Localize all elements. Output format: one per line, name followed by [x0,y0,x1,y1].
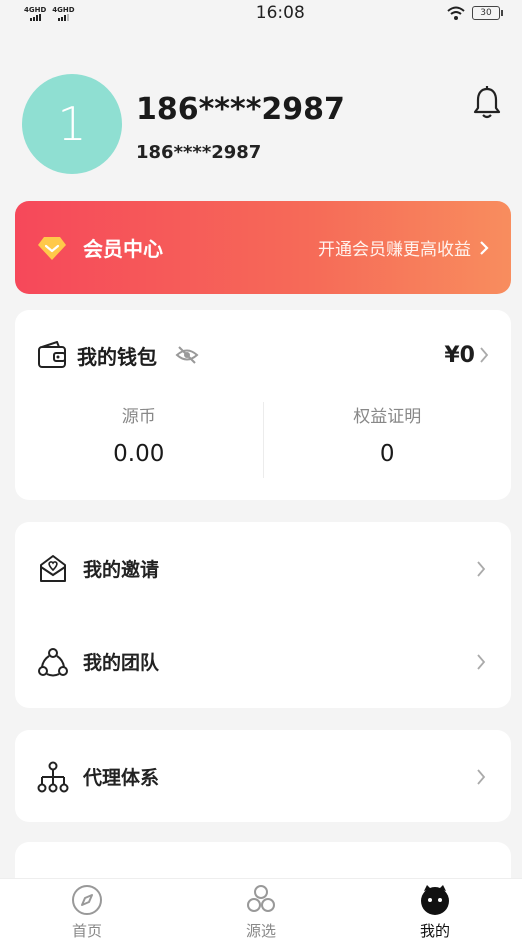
wallet-amount[interactable]: ¥0 [444,343,489,368]
chevron-right-icon [480,240,489,255]
menu-card-agent: 代理体系 [15,730,511,822]
menu-card-invite-team: 我的邀请 我的团队 [15,522,511,708]
tab-select[interactable]: 源选 [174,879,348,944]
battery-level: 30 [480,8,492,18]
battery-icon: 30 [472,6,503,20]
wifi-icon [447,6,465,20]
profile-face-icon [421,884,449,915]
profile-name: 186****2987 [136,92,345,127]
wallet-balance-equity[interactable]: 权益证明 0 [264,402,512,478]
menu-item-agent-label: 代理体系 [83,767,160,789]
menu-item-invite-label: 我的邀请 [83,559,160,581]
chevron-right-icon [480,347,489,363]
tab-home-label: 首页 [71,921,102,940]
profile-header: 1 186****2987 186****2987 [22,74,502,174]
status-bar: 4GHD 4GHD 16:08 30 [0,0,522,26]
wallet-balance-value: 0 [379,441,395,467]
invite-heart-icon [40,554,66,582]
menu-item-team[interactable]: 我的团队 [15,615,511,708]
hierarchy-icon [37,761,69,792]
avatar-initial: 1 [57,97,87,151]
vip-cta[interactable]: 开通会员赚更高收益 [318,235,489,260]
menu-item-invite[interactable]: 我的邀请 [15,522,511,615]
vip-title: 会员中心 [83,237,163,261]
bottom-tab-bar: 首页 源选 我的 [0,878,522,944]
status-time: 16:08 [255,3,305,23]
signal-1: 4GHD [24,6,46,21]
wallet-header[interactable]: 我的钱包 ¥0 [37,338,489,372]
avatar[interactable]: 1 [22,74,122,174]
menu-item-agent[interactable]: 代理体系 [15,730,511,823]
wallet-balances: 源币 0.00 权益证明 0 [15,402,511,478]
vip-center-banner[interactable]: 会员中心 开通会员赚更高收益 [15,201,511,294]
tab-mine[interactable]: 我的 [348,879,522,944]
chevron-right-icon [477,653,486,670]
wallet-icon [38,341,66,368]
signal-indicators: 4GHD 4GHD [24,6,75,21]
tab-select-label: 源选 [245,921,276,940]
profile-phone: 186****2987 [136,142,262,163]
tab-home[interactable]: 首页 [0,879,174,944]
wallet-title: 我的钱包 [77,344,157,369]
team-icon [38,647,68,676]
wallet-balance-label: 权益证明 [353,407,422,427]
signal-2-label: 4GHD [52,5,75,14]
wallet-card: 我的钱包 ¥0 源币 0.00 权益证明 0 [15,310,511,500]
bell-icon[interactable] [472,86,502,120]
compass-icon [72,884,102,915]
wallet-balance-value: 0.00 [113,441,165,467]
chevron-right-icon [477,560,486,577]
menu-item-team-label: 我的团队 [83,652,160,674]
eye-hidden-icon[interactable] [175,345,199,365]
hexagon-cluster-icon [247,884,275,912]
wallet-amount-value: ¥0 [444,342,475,368]
chevron-right-icon [477,768,486,785]
tab-mine-label: 我的 [419,921,450,940]
signal-2-bars-icon [57,13,69,21]
vip-cta-label: 开通会员赚更高收益 [318,240,471,260]
wallet-balance-coin[interactable]: 源币 0.00 [15,402,263,478]
wallet-balance-label: 源币 [121,407,156,427]
signal-1-label: 4GHD [24,5,47,14]
signal-2: 4GHD [52,5,75,21]
signal-1-bars-icon [29,13,41,21]
diamond-icon [38,236,66,260]
status-right: 30 [446,5,503,21]
